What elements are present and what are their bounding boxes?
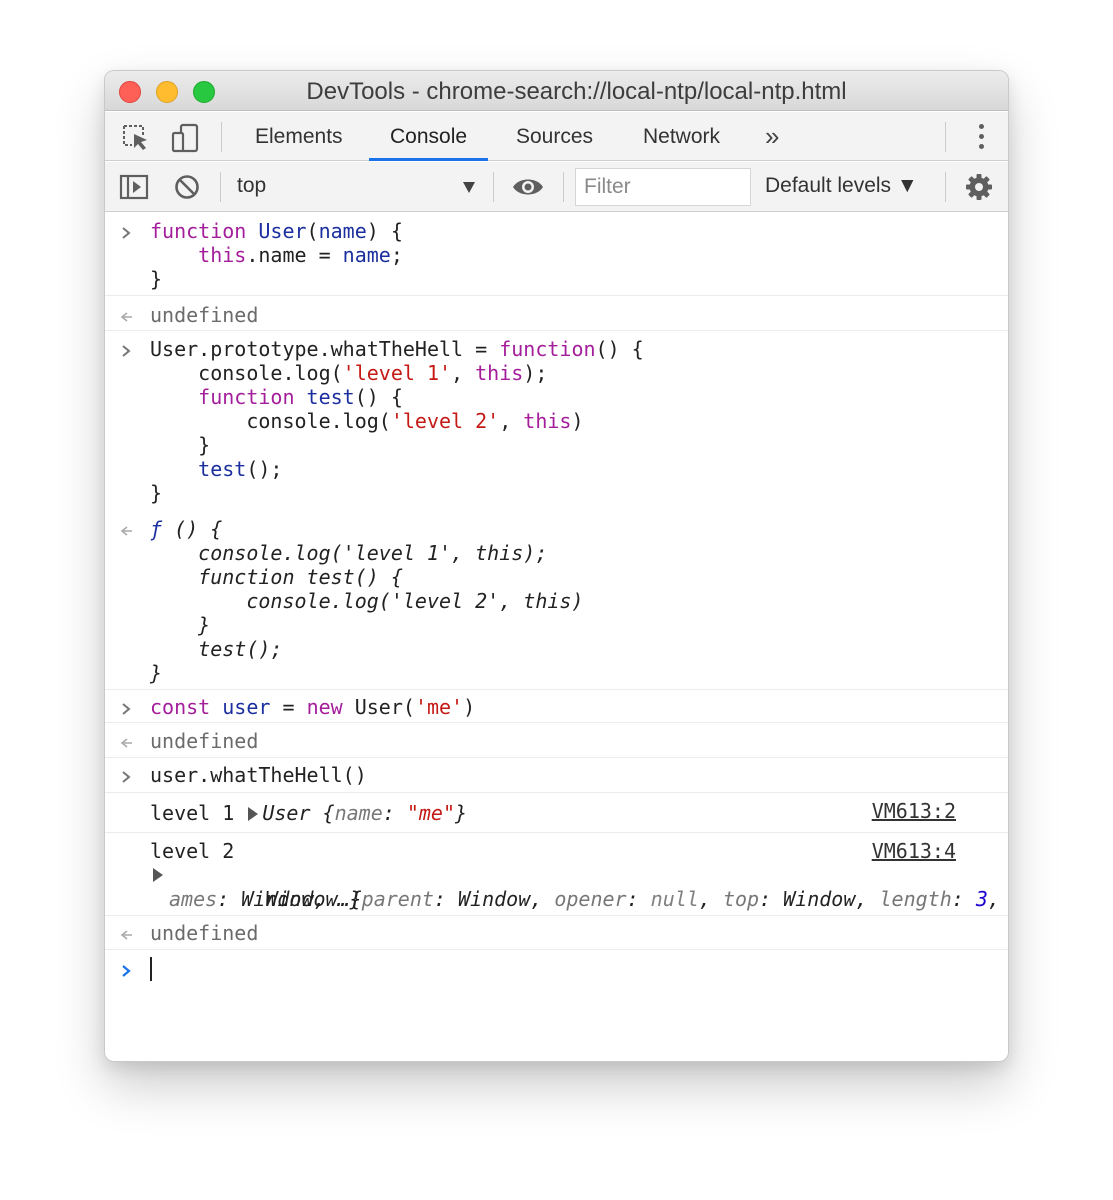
code-line: function User(name) {: [150, 219, 403, 243]
console-toolbar: top Default levels ▼: [105, 162, 1008, 212]
function-preview-line: ƒ () {: [150, 517, 223, 541]
chevron-right-icon: [122, 227, 131, 239]
console-input-entry: function User(name) { this.name = name; …: [105, 213, 1008, 296]
toolbar-separator: [945, 172, 946, 202]
result-value: undefined: [150, 921, 259, 945]
toolbar-separator: [220, 172, 221, 202]
function-preview-line: test();: [150, 637, 283, 661]
return-arrow-icon: [120, 930, 132, 940]
title-bar: DevTools - chrome-search://local-ntp/loc…: [105, 71, 1008, 111]
code-line: }: [150, 433, 211, 457]
tab-console[interactable]: Console: [368, 112, 489, 161]
code-line: console.log('level 2', this): [150, 409, 584, 433]
tab-separator: [221, 122, 222, 152]
toolbar-separator: [563, 172, 564, 202]
chevron-down-icon[interactable]: [463, 182, 475, 193]
more-tabs-button[interactable]: »: [765, 121, 779, 152]
code-line: test();: [198, 457, 283, 481]
code-line: function test() {: [198, 385, 403, 409]
devtools-window: DevTools - chrome-search://local-ntp/loc…: [104, 70, 1009, 1062]
chevron-right-icon: [122, 771, 131, 783]
source-link[interactable]: VM613:2: [872, 799, 956, 823]
text-cursor: [150, 957, 152, 981]
code-line: User.prototype.whatTheHell = function() …: [150, 337, 644, 361]
result-value: undefined: [150, 303, 259, 327]
code-line: user.whatTheHell(): [150, 763, 367, 787]
console-input-entry: User.prototype.whatTheHell = function() …: [105, 331, 1008, 507]
chevron-right-icon: [122, 703, 131, 715]
tab-sources[interactable]: Sources: [516, 112, 593, 161]
inspect-icon[interactable]: [121, 123, 151, 156]
eye-icon[interactable]: [512, 175, 544, 204]
code-line: console.log('level 1', this);: [150, 361, 548, 385]
console-result-entry: ƒ () { console.log('level 1', this); fun…: [105, 507, 1008, 690]
object-preview[interactable]: User {name: "me"}: [262, 801, 467, 825]
console-output[interactable]: function User(name) { this.name = name; …: [105, 213, 1008, 1061]
panel-tab-bar: Elements Console Sources Network »: [105, 112, 1008, 161]
result-value: undefined: [150, 729, 259, 753]
console-prompt[interactable]: [105, 950, 1008, 985]
function-preview-line: console.log('level 2', this): [150, 589, 584, 613]
function-preview-line: }: [150, 661, 163, 685]
expand-triangle-icon[interactable]: [153, 868, 163, 882]
clear-console-icon[interactable]: [173, 173, 201, 206]
console-result-entry: undefined: [105, 723, 1008, 758]
sidebar-toggle-icon[interactable]: [119, 174, 149, 205]
console-input-entry: user.whatTheHell(): [105, 758, 1008, 793]
window-title: DevTools - chrome-search://local-ntp/loc…: [306, 78, 847, 105]
console-log-entry: level 1 User {name: "me"} VM613:2: [105, 793, 1008, 833]
expand-triangle-icon[interactable]: [248, 807, 259, 821]
source-link[interactable]: VM613:4: [872, 839, 956, 863]
kebab-menu-icon[interactable]: [969, 122, 993, 152]
context-selector[interactable]: top: [237, 174, 266, 198]
return-arrow-icon: [120, 738, 132, 748]
chevron-right-icon: [122, 345, 131, 357]
log-levels-dropdown[interactable]: Default levels ▼: [765, 174, 918, 198]
code-line: }: [150, 481, 163, 505]
function-preview-line: console.log('level 1', this);: [150, 541, 548, 565]
function-preview-line: function test() {: [150, 565, 403, 589]
return-arrow-icon: [120, 526, 132, 536]
console-input-entry: const user = new User('me'): [105, 690, 1008, 723]
settings-gear-icon[interactable]: [965, 173, 993, 206]
tab-separator: [945, 122, 946, 152]
code-line: }: [150, 267, 163, 291]
code-line: this.name = name;: [198, 243, 403, 267]
prompt-chevron-icon: [122, 965, 131, 977]
filter-input[interactable]: [575, 168, 751, 206]
function-preview-line: }: [150, 613, 211, 637]
tab-network[interactable]: Network: [643, 112, 720, 161]
toolbar-separator: [493, 172, 494, 202]
prompt-input[interactable]: [105, 957, 1008, 981]
return-arrow-icon: [120, 312, 132, 322]
tab-elements[interactable]: Elements: [255, 112, 343, 161]
console-result-entry: undefined: [105, 916, 1008, 950]
console-log-entry: level 2 VM613:4 Window {parent: Window, …: [105, 833, 1008, 916]
object-preview[interactable]: Window {parent: Window, opener: null, to…: [105, 863, 1008, 911]
code-line: const user = new User('me'): [150, 695, 476, 719]
console-result-entry: undefined: [105, 296, 1008, 331]
device-toggle-icon[interactable]: [171, 123, 201, 158]
